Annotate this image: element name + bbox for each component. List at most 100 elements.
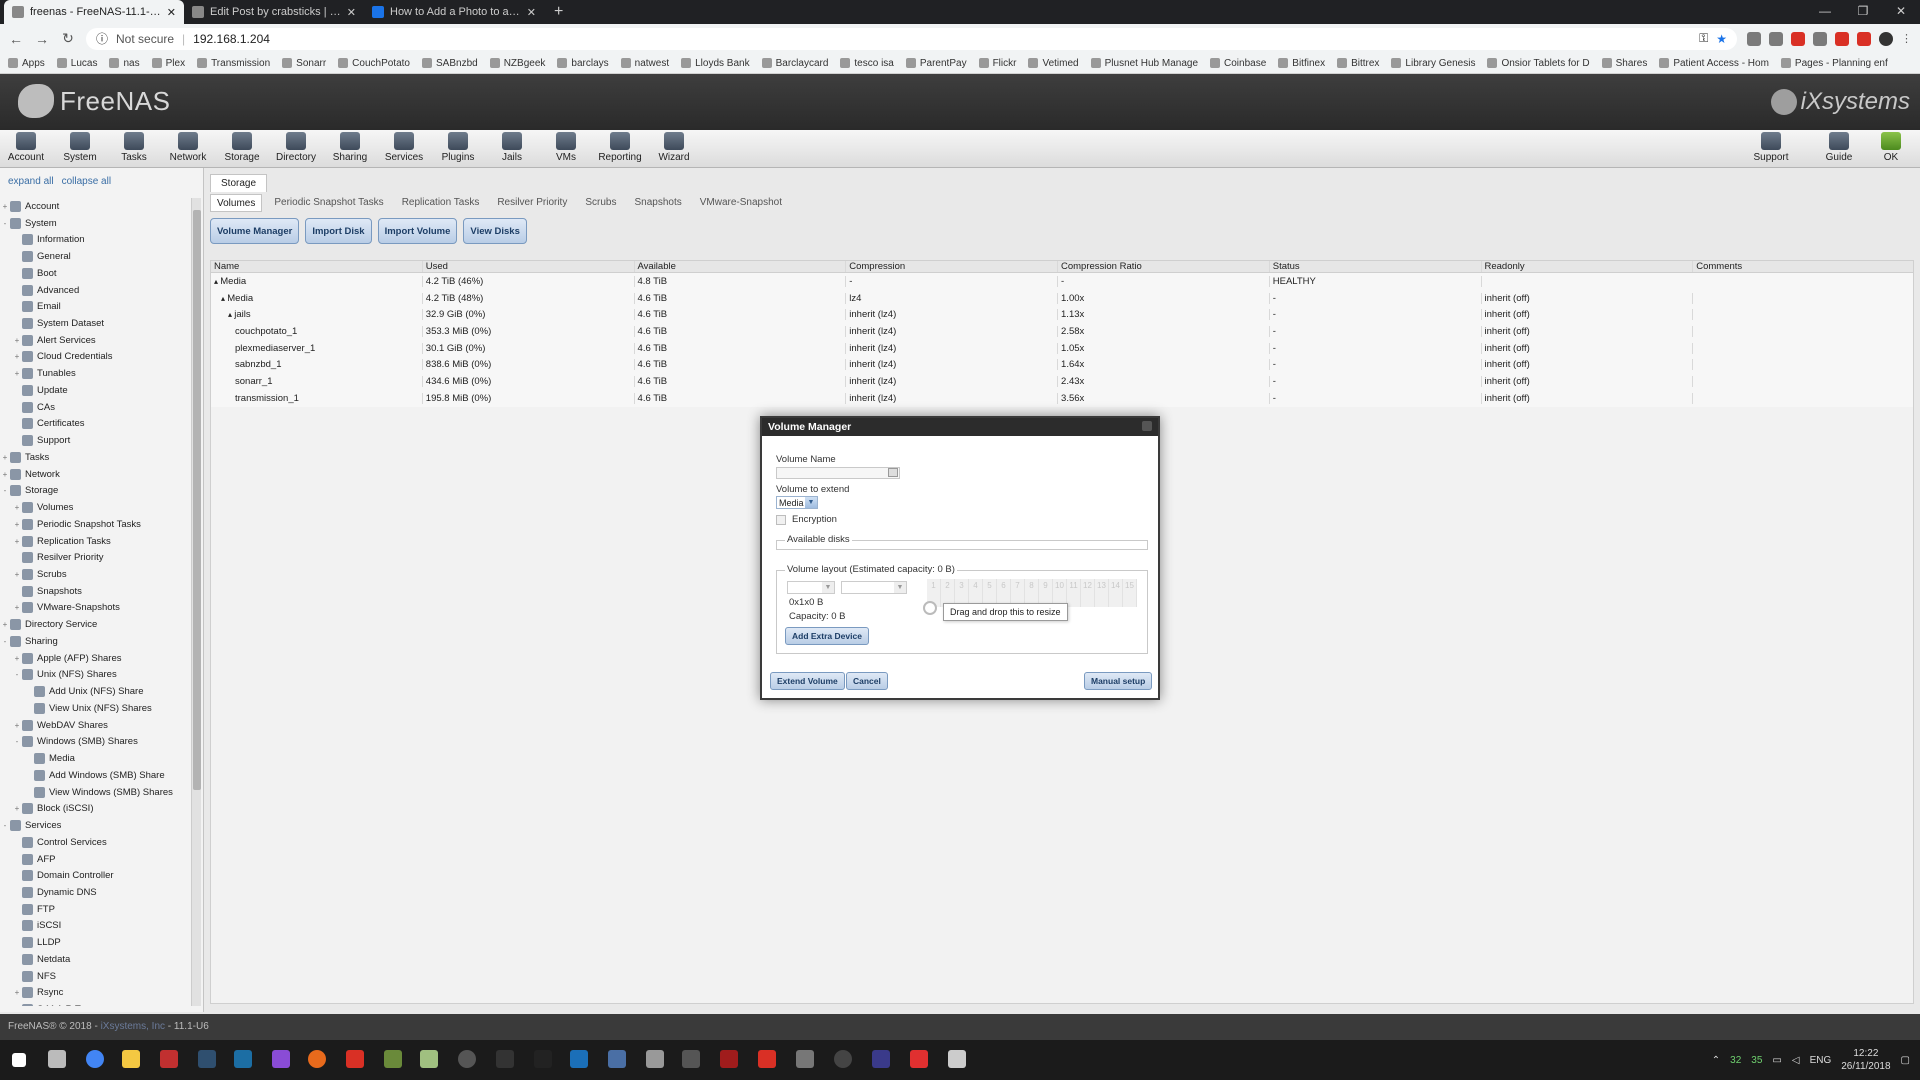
key-icon[interactable]: ⚿ [1699, 31, 1708, 46]
bookmark-item[interactable]: Transmission [197, 58, 270, 69]
expand-icon[interactable]: + [0, 453, 10, 462]
column-header[interactable]: Used [423, 261, 635, 272]
app-icon[interactable] [160, 1050, 178, 1068]
column-header[interactable]: Readonly [1482, 261, 1694, 272]
expand-icon[interactable]: + [12, 804, 22, 813]
bookmark-item[interactable]: Library Genesis [1391, 58, 1475, 69]
sidebar-item-windows-smb-shares[interactable]: - Windows (SMB) Shares [0, 734, 190, 751]
column-header[interactable]: Status [1270, 261, 1482, 272]
column-header[interactable]: Compression Ratio [1058, 261, 1270, 272]
sidebar-item-volumes[interactable]: + Volumes [0, 499, 190, 516]
browser-tab-how-to[interactable]: How to Add a Photo to a Forum ✕ [364, 0, 544, 24]
bookmark-item[interactable]: ParentPay [905, 58, 967, 69]
browser-tab-freenas[interactable]: freenas - FreeNAS-11.1-U6 (caffe ✕ [4, 0, 184, 24]
sidebar-item-cloud-credentials[interactable]: + Cloud Credentials [0, 349, 190, 366]
app-icon[interactable] [758, 1050, 776, 1068]
bookmark-item[interactable]: natwest [620, 58, 669, 69]
app-icon[interactable] [646, 1050, 664, 1068]
sidebar-item-view-unix-nfs-shares[interactable]: View Unix (NFS) Shares [0, 700, 190, 717]
app-icon[interactable] [720, 1050, 738, 1068]
extension-icon[interactable] [1813, 31, 1827, 46]
collapse-all-link[interactable]: collapse all [62, 176, 111, 192]
app-icon[interactable] [834, 1050, 852, 1068]
sidebar-item-s-m-a-r-t-[interactable]: S.M.A.R.T. [0, 1001, 190, 1006]
expand-icon[interactable]: + [12, 603, 22, 612]
table-row[interactable]: ▴ Media 4.2 TiB (46%) 4.8 TiB - - HEALTHY [211, 273, 1913, 290]
sidebar-item-apple-afp-shares[interactable]: + Apple (AFP) Shares [0, 650, 190, 667]
disk-grid-cell[interactable]: 13 [1095, 579, 1109, 607]
footer-company-link[interactable]: iXsystems, Inc [101, 1021, 165, 1032]
add-extra-device-button[interactable]: Add Extra Device [785, 627, 869, 645]
mail-app-icon[interactable] [48, 1050, 66, 1068]
bookmark-item[interactable]: nas [109, 58, 140, 69]
column-header[interactable]: Compression [846, 261, 1058, 272]
column-header[interactable]: Available [635, 261, 847, 272]
subtab-scrubs[interactable]: Scrubs [579, 194, 622, 212]
disk-grid-cell[interactable]: 12 [1081, 579, 1095, 607]
toolbar-support-button[interactable]: Support [1746, 132, 1796, 163]
table-row[interactable]: sabnzbd_1 838.6 MiB (0%) 4.6 TiB inherit (l… [211, 356, 1913, 374]
table-row[interactable]: plexmediaserver_1 30.1 GiB (0%) 4.6 TiB inh… [211, 339, 1913, 357]
sidebar-item-periodic-snapshot-tasks[interactable]: + Periodic Snapshot Tasks [0, 516, 190, 533]
scrollbar-thumb[interactable] [193, 210, 201, 790]
toolbar-plugins-button[interactable]: Plugins [433, 132, 483, 163]
table-row[interactable]: sonarr_1 434.6 MiB (0%) 4.6 TiB inherit (lz… [211, 373, 1913, 390]
clock[interactable]: 12:22 26/11/2018 [1841, 1047, 1890, 1073]
sidebar-scrollbar[interactable] [191, 198, 201, 1006]
expand-icon[interactable]: + [12, 336, 22, 345]
sidebar-item-scrubs[interactable]: + Scrubs [0, 566, 190, 583]
close-icon[interactable]: ✕ [347, 6, 356, 19]
extend-volume-button[interactable]: Extend Volume [770, 672, 845, 690]
subtab-volumes[interactable]: Volumes [210, 194, 263, 212]
lightroom-icon[interactable] [198, 1050, 216, 1068]
sidebar-item-services[interactable]: - Services [0, 817, 190, 834]
bookmark-item[interactable]: Bitfinex [1278, 58, 1325, 69]
table-row[interactable]: ▴ Media 4.2 TiB (48%) 4.6 TiB lz4 1.00x - inhe… [211, 289, 1913, 307]
collapse-icon[interactable]: - [12, 670, 22, 679]
resize-handle-icon[interactable] [923, 601, 937, 615]
close-icon[interactable]: ✕ [527, 6, 536, 19]
chrome-app-icon[interactable] [86, 1050, 104, 1068]
volume-name-input[interactable] [776, 467, 900, 479]
column-header[interactable]: Name [211, 261, 423, 272]
sidebar-item-vmware-snapshots[interactable]: + VMware-Snapshots [0, 600, 190, 617]
layout-type-select[interactable]: ▼ [787, 581, 835, 594]
sidebar-item-webdav-shares[interactable]: + WebDAV Shares [0, 717, 190, 734]
extension-icon[interactable] [1857, 31, 1871, 46]
sidebar-item-view-windows-smb-shares[interactable]: View Windows (SMB) Shares [0, 784, 190, 801]
toolbar-services-button[interactable]: Services [379, 132, 429, 163]
toolbar-tasks-button[interactable]: Tasks [109, 132, 159, 163]
manual-setup-button[interactable]: Manual setup [1084, 672, 1153, 690]
table-row[interactable]: transmission_1 195.8 MiB (0%) 4.6 TiB inher… [211, 389, 1913, 407]
sidebar-item-block-iscsi-[interactable]: + Block (iSCSI) [0, 800, 190, 817]
bookmark-item[interactable]: Shares [1601, 58, 1647, 69]
app-icon[interactable] [534, 1050, 552, 1068]
url-input[interactable]: ⓘ Not secure | 192.168.1.204 ⚿ ★ [86, 27, 1737, 50]
sidebar-item-netdata[interactable]: Netdata [0, 951, 190, 968]
subtab-resilver-priority[interactable]: Resilver Priority [491, 194, 573, 212]
app-icon[interactable] [420, 1050, 438, 1068]
app-icon[interactable] [608, 1050, 626, 1068]
bookmark-item[interactable]: CouchPotato [338, 58, 410, 69]
toolbar-network-button[interactable]: Network [163, 132, 213, 163]
bookmark-item[interactable]: Barclaycard [761, 58, 828, 69]
sidebar-item-support[interactable]: Support [0, 432, 190, 449]
sidebar-item-update[interactable]: Update [0, 382, 190, 399]
sidebar-item-system-dataset[interactable]: System Dataset [0, 315, 190, 332]
new-tab-button[interactable]: + [544, 0, 573, 24]
back-icon[interactable]: ← [8, 31, 24, 47]
toolbar-wizard-button[interactable]: Wizard [649, 132, 699, 163]
extension-icon[interactable] [1769, 31, 1783, 46]
toolbar-vms-button[interactable]: VMs [541, 132, 591, 163]
sidebar-item-domain-controller[interactable]: Domain Controller [0, 867, 190, 884]
forward-icon[interactable]: → [34, 31, 50, 47]
sidebar-item-afp[interactable]: AFP [0, 851, 190, 868]
app-icon[interactable] [272, 1050, 290, 1068]
info-icon[interactable]: ⓘ [96, 30, 108, 47]
import-disk-button[interactable]: Import Disk [305, 218, 372, 244]
file-explorer-icon[interactable] [122, 1050, 140, 1068]
bookmark-item[interactable]: Plex [151, 58, 185, 69]
language-label[interactable]: ENG [1810, 1055, 1832, 1066]
sidebar-item-add-windows-smb-share[interactable]: Add Windows (SMB) Share [0, 767, 190, 784]
chevron-up-icon[interactable]: ⌃ [1712, 1055, 1720, 1066]
